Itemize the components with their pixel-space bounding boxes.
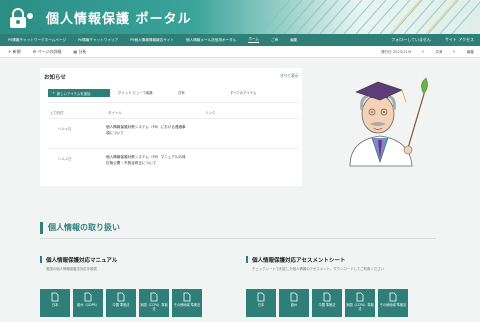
- row-title-link[interactable]: 個人情報保護対策システム（PII）マニュアルの改訂版公開・不具合修正について: [106, 154, 186, 166]
- row-title-link[interactable]: 個人情報保護対策システム（PII）における連絡事項について: [106, 124, 186, 136]
- column-header-link[interactable]: リンク: [205, 110, 215, 115]
- nav-item-mail-portal[interactable]: 個人情報メール送信用ポータル: [186, 38, 236, 43]
- assessment-tile-eu[interactable]: 欧州: [279, 289, 309, 317]
- share-button[interactable]: ⇪ 共有: [421, 50, 442, 55]
- assessment-tile-other[interactable]: その他地域 準拠法: [378, 289, 408, 317]
- assessment-description: チェックシートで判定した個人情報のアセスメント、ダウンロードしてご利用ください: [252, 267, 384, 271]
- nav-item-home[interactable]: ホーム: [248, 37, 260, 43]
- row-date: ヘルメ日: [58, 127, 72, 131]
- mascot-professor-illustration: [349, 77, 428, 167]
- section-accent-bar: [40, 222, 43, 234]
- nav-item-chatwork-home[interactable]: PII情報チャットワークホームページ: [8, 38, 66, 43]
- site-title[interactable]: 個人情報保護 ポータル: [46, 8, 192, 27]
- assessment-tile-china[interactable]: 中国 準拠法: [312, 289, 342, 317]
- nav-item-chatwork-area[interactable]: PII情報チャットワイリア: [78, 38, 118, 43]
- row-divider: [48, 148, 298, 149]
- show-all-link[interactable]: すべて表示: [280, 73, 299, 79]
- assessment-tile-japan[interactable]: 日本: [246, 289, 276, 317]
- nav-item-edit[interactable]: 編集: [290, 38, 297, 43]
- column-header-title[interactable]: タイトル: [108, 110, 122, 115]
- page-details-button[interactable]: ⚙ ページの詳細: [33, 49, 62, 55]
- site-access-button[interactable]: サイト アクセス: [445, 37, 474, 43]
- document-icon: [150, 292, 158, 302]
- manual-description: 各国の個人情報保護法対応手順書: [46, 267, 97, 271]
- view-selector[interactable]: すべてのアイテム: [230, 90, 256, 95]
- lock-logo-icon[interactable]: [6, 7, 34, 29]
- subsection-mark: [246, 256, 248, 263]
- section-title-handling: 個人情報の取り扱い: [48, 223, 120, 232]
- toolbar-divider: [48, 102, 298, 103]
- document-icon: [117, 292, 125, 302]
- add-item-button[interactable]: + 新しいアイテムを追加: [48, 89, 110, 97]
- manual-tile-eu[interactable]: 欧州（GDPR）: [73, 289, 103, 317]
- edit-button[interactable]: ✎ 編集: [453, 50, 474, 55]
- manual-tile-china[interactable]: 中国 準拠法: [106, 289, 136, 317]
- nav-item-voice[interactable]: ご声: [271, 38, 278, 43]
- analytics-button[interactable]: ▦ 分析: [73, 49, 86, 55]
- document-icon: [389, 292, 397, 302]
- grid-edit-button[interactable]: グリッド ビューで編集: [118, 90, 153, 95]
- subsection-mark: [40, 256, 42, 263]
- document-icon: [323, 292, 331, 302]
- manual-title: 個人情報保護対応マニュアル: [46, 258, 118, 264]
- manual-tile-japan[interactable]: 日本: [40, 289, 70, 317]
- plus-icon: +: [52, 91, 55, 95]
- document-icon: [84, 292, 92, 302]
- top-navigation: PII情報チャットワークホームページ PII情報チャットワイリア PII個人情報…: [0, 34, 480, 46]
- document-icon: [257, 292, 265, 302]
- document-icon: [183, 292, 191, 302]
- published-date: 発行日 2023/11/9: [380, 49, 412, 54]
- site-header-banner: 個人情報保護 ポータル: [0, 0, 480, 34]
- document-icon: [356, 292, 364, 302]
- news-title: お知らせ: [44, 75, 66, 81]
- column-header-date[interactable]: 入力日付: [50, 110, 64, 115]
- nav-item-report-site[interactable]: PII個人情報情報報告サイト: [130, 38, 174, 43]
- command-bar: + 新規 ⚙ ページの詳細 ▦ 分析 発行日 2023/11/9 ⇪ 共有 ✎ …: [0, 46, 480, 58]
- share-list-button[interactable]: 共有: [178, 90, 185, 95]
- header-divider: [48, 118, 298, 119]
- assessment-tile-us[interactable]: 米国（CCPA）準拠法: [345, 289, 375, 317]
- document-icon: [290, 292, 298, 302]
- news-webpart: お知らせ + 新しいアイテムを追加 グリッド ビューで編集 共有 すべてのアイテ…: [40, 68, 302, 186]
- new-button[interactable]: + 新規: [8, 49, 21, 55]
- row-date: ヘルメ日: [58, 157, 72, 161]
- assessment-title: 個人情報保護対応アセスメントシート: [252, 258, 346, 264]
- decorative-stripes: [259, 0, 480, 34]
- manual-tile-other[interactable]: その他地域 準拠法: [172, 289, 202, 317]
- section-divider: [40, 238, 436, 239]
- manual-tile-us[interactable]: 米国（CCPA）準拠法: [139, 289, 169, 317]
- document-icon: [51, 292, 59, 302]
- follow-button[interactable]: フォローしていません: [391, 37, 431, 43]
